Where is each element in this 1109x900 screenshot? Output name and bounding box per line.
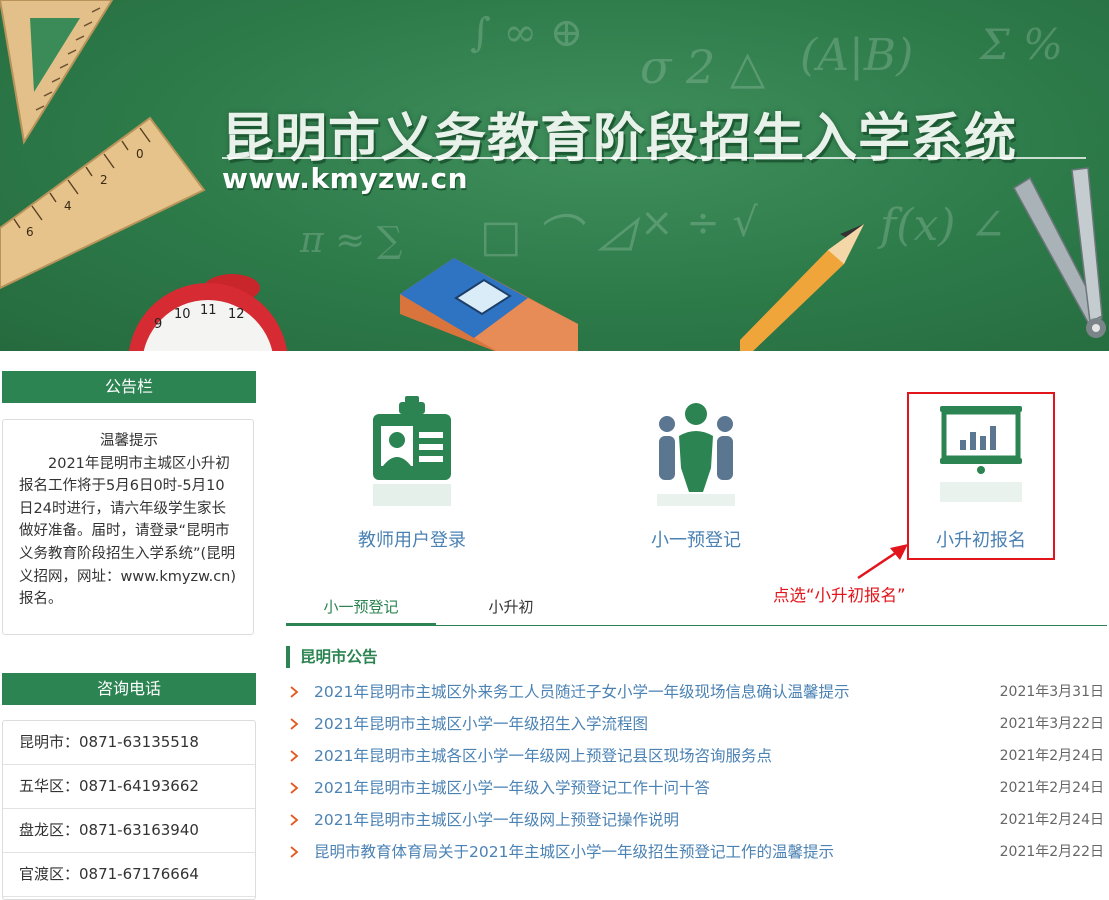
people-group-icon bbox=[657, 403, 735, 506]
teacher-login-button[interactable]: 教师用户登录 bbox=[337, 392, 487, 560]
svg-text:9: 9 bbox=[154, 317, 162, 332]
chevron-right-icon bbox=[290, 750, 299, 762]
contact-row: 盘龙区：0871-63163940 bbox=[3, 809, 255, 853]
announcements-heading: 昆明市公告 bbox=[286, 646, 378, 668]
tab-bar: 小一预登记 小升初 bbox=[286, 592, 1107, 626]
news-item[interactable]: 2021年昆明市主城区小学一年级入学预登记工作十问十答 2021年2月24日 bbox=[286, 772, 1106, 804]
alarm-clock-icon: 9 10 11 12 bbox=[128, 274, 288, 351]
news-title[interactable]: 昆明市教育体育局关于2021年主城区小学一年级招生预登记工作的温馨提示 bbox=[314, 836, 834, 868]
chalk-doodle: ∫ ∞ ⊕ bbox=[470, 10, 584, 56]
news-date: 2021年2月24日 bbox=[999, 780, 1104, 796]
news-date: 2021年2月24日 bbox=[999, 748, 1104, 764]
chalk-doodle: σ 2 △ bbox=[640, 40, 766, 94]
news-item[interactable]: 2021年昆明市主城区外来务工人员随迁子女小学一年级现场信息确认温馨提示 202… bbox=[286, 676, 1106, 708]
svg-text:4: 4 bbox=[64, 199, 72, 213]
svg-text:6: 6 bbox=[26, 225, 34, 239]
contact-row: 昆明市：0871-63135518 bbox=[3, 721, 255, 765]
grade1-register-label: 小一预登记 bbox=[651, 530, 741, 551]
notice-body: 2021年昆明市主城区小升初报名工作将于5月6日0时-5月10日24时进行，请六… bbox=[19, 455, 237, 608]
chevron-right-icon bbox=[290, 846, 299, 858]
news-item[interactable]: 2021年昆明市主城区小学一年级网上预登记操作说明 2021年2月24日 bbox=[286, 804, 1106, 836]
news-title[interactable]: 2021年昆明市主城区小学一年级招生入学流程图 bbox=[314, 708, 648, 740]
highlight-box bbox=[907, 392, 1055, 560]
news-item[interactable]: 2021年昆明市主城区小学一年级招生入学流程图 2021年3月22日 bbox=[286, 708, 1106, 740]
svg-text:0: 0 bbox=[136, 147, 144, 161]
svg-text:10: 10 bbox=[174, 307, 191, 322]
news-item[interactable]: 2021年昆明市主城各区小学一年级网上预登记县区现场咨询服务点 2021年2月2… bbox=[286, 740, 1106, 772]
svg-text:11: 11 bbox=[200, 303, 217, 318]
teacher-login-label: 教师用户登录 bbox=[358, 530, 466, 551]
title-underline bbox=[222, 157, 1086, 159]
notice-title: 温馨提示 bbox=[100, 433, 158, 449]
chalk-doodle: f(x) ∠ bbox=[880, 200, 1007, 251]
chalk-doodle: Σ % bbox=[980, 20, 1063, 69]
contact-panel-heading: 咨询电话 bbox=[2, 673, 256, 705]
news-date: 2021年2月24日 bbox=[999, 812, 1104, 828]
chalk-doodle: π ≈ ∑ bbox=[300, 220, 403, 261]
pencil-icon bbox=[740, 224, 864, 351]
header-banner: ∫ ∞ ⊕ σ 2 △ (A|B) Σ % □ ⌒ ⊿ × ÷ √ f(x) ∠… bbox=[0, 0, 1109, 351]
site-title: 昆明市义务教育阶段招生入学系统 bbox=[222, 109, 1018, 169]
contact-list: 昆明市：0871-63135518 五华区：0871-64193662 盘龙区：… bbox=[2, 720, 256, 900]
tab-grade1-register[interactable]: 小一预登记 bbox=[286, 592, 436, 626]
annotation-arrow-icon bbox=[857, 544, 908, 580]
news-title[interactable]: 2021年昆明市主城各区小学一年级网上预登记县区现场咨询服务点 bbox=[314, 740, 772, 772]
chalk-doodle: □ ⌒ ⊿ bbox=[480, 211, 638, 262]
news-title[interactable]: 2021年昆明市主城区小学一年级网上预登记操作说明 bbox=[314, 804, 679, 836]
announcements-list: 2021年昆明市主城区外来务工人员随迁子女小学一年级现场信息确认温馨提示 202… bbox=[286, 676, 1106, 868]
svg-text:2: 2 bbox=[100, 173, 108, 187]
news-item[interactable]: 昆明市教育体育局关于2021年主城区小学一年级招生预登记工作的温馨提示 2021… bbox=[286, 836, 1106, 868]
news-date: 2021年2月22日 bbox=[999, 844, 1104, 860]
scissors-icon bbox=[1013, 167, 1106, 338]
chevron-right-icon bbox=[290, 718, 299, 730]
news-date: 2021年3月22日 bbox=[999, 716, 1104, 732]
grade1-register-button[interactable]: 小一预登记 bbox=[621, 392, 771, 560]
chevron-right-icon bbox=[290, 686, 299, 698]
site-url: www.kmyzw.cn bbox=[222, 162, 469, 195]
chevron-right-icon bbox=[290, 814, 299, 826]
contact-row: 官渡区：0871-67176664 bbox=[3, 853, 255, 897]
notice-panel-heading: 公告栏 bbox=[2, 371, 256, 403]
eraser-icon bbox=[400, 258, 578, 351]
ruler-icon: 0 2 4 6 bbox=[0, 116, 206, 290]
chalk-doodle: (A|B) bbox=[800, 30, 914, 81]
news-date: 2021年3月31日 bbox=[999, 684, 1104, 700]
notice-box: 温馨提示 2021年昆明市主城区小升初报名工作将于5月6日0时-5月10日24时… bbox=[2, 419, 254, 635]
news-title[interactable]: 2021年昆明市主城区外来务工人员随迁子女小学一年级现场信息确认温馨提示 bbox=[314, 676, 849, 708]
chevron-right-icon bbox=[290, 782, 299, 794]
contact-row: 五华区：0871-64193662 bbox=[3, 765, 255, 809]
id-badge-icon bbox=[373, 396, 451, 506]
svg-text:12: 12 bbox=[228, 307, 245, 322]
tab-junior[interactable]: 小升初 bbox=[436, 592, 586, 624]
news-title[interactable]: 2021年昆明市主城区小学一年级入学预登记工作十问十答 bbox=[314, 772, 710, 804]
